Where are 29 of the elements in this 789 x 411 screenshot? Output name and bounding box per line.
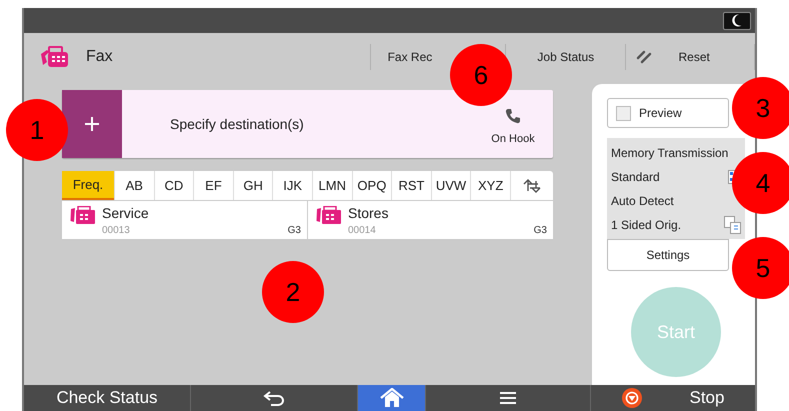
destination-label: Specify destination(s) — [169, 115, 305, 134]
setting-text: 1 Sided Orig. — [611, 218, 682, 232]
header-button[interactable]: Fax Rec — [388, 50, 432, 64]
setting-text: Auto Detect — [611, 194, 674, 208]
on-hook-button[interactable]: On Hook — [491, 108, 535, 145]
setting-text: Standard — [611, 170, 660, 184]
swap-icon[interactable] — [522, 178, 542, 192]
fax-icon — [40, 46, 70, 68]
setting-text: Memory Transmission — [611, 146, 728, 160]
checkbox[interactable] — [616, 106, 631, 120]
home-button[interactable] — [357, 385, 425, 411]
back-icon — [263, 390, 285, 406]
header-button[interactable]: Job Status — [537, 50, 594, 64]
index-tab[interactable]: Freq. — [62, 171, 114, 200]
home-icon — [378, 388, 404, 408]
fax-icon — [70, 206, 96, 224]
menu-icon — [499, 391, 517, 405]
stop-icon — [622, 388, 642, 408]
sleep-button[interactable] — [723, 12, 751, 30]
settings-button[interactable]: Settings — [607, 239, 729, 271]
pages-icon — [724, 216, 742, 234]
moon-icon — [732, 14, 742, 27]
reset-button[interactable]: Reset — [678, 50, 710, 64]
phone-icon — [504, 108, 521, 124]
app-title: Fax — [86, 48, 113, 66]
preview-checkbox[interactable]: Preview — [607, 98, 729, 128]
reset-icon[interactable] — [636, 50, 652, 64]
fax-icon — [316, 206, 342, 224]
plus-icon — [85, 117, 99, 131]
